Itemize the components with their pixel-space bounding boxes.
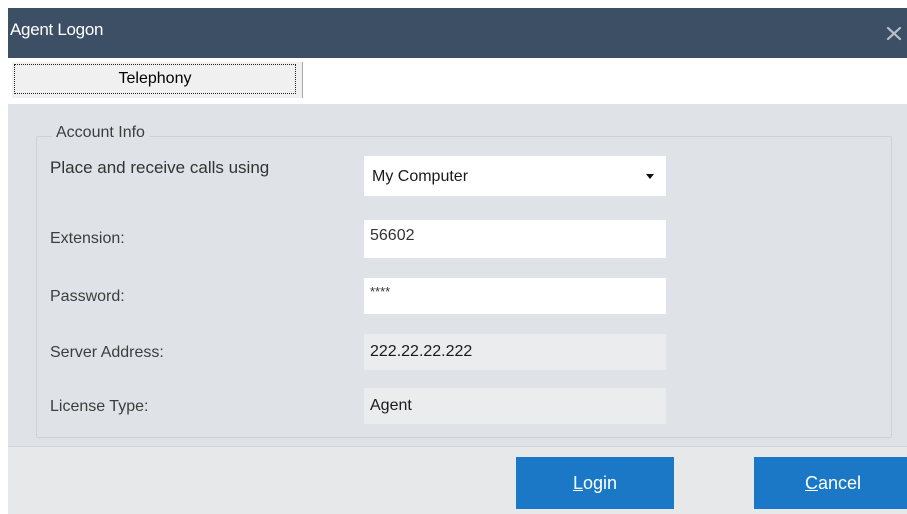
place-calls-value: My Computer <box>372 168 469 185</box>
password-label: Password: <box>50 288 125 305</box>
license-type-field <box>364 388 666 424</box>
account-info-legend: Account Info <box>52 124 149 142</box>
close-icon[interactable] <box>883 22 905 44</box>
chevron-down-icon[interactable] <box>646 174 654 179</box>
button-bar: Login Cancel <box>8 446 907 514</box>
tab-telephony[interactable]: Telephony <box>12 62 303 98</box>
telephony-panel: Account Info Place and receive calls usi… <box>8 104 907 446</box>
license-type-label: License Type: <box>50 398 149 415</box>
window-title: Agent Logon <box>10 20 104 39</box>
tab-strip: Telephony <box>8 58 907 104</box>
extension-label: Extension: <box>50 230 125 247</box>
agent-logon-dialog: Agent Logon Telephony Account Info Place… <box>8 8 907 514</box>
password-input[interactable] <box>364 278 666 314</box>
server-address-label: Server Address: <box>50 344 164 361</box>
login-button[interactable]: Login <box>516 457 674 509</box>
place-calls-select[interactable]: My Computer <box>364 156 666 196</box>
title-bar[interactable]: Agent Logon <box>8 8 907 58</box>
cancel-accel: C <box>804 473 818 493</box>
extension-input[interactable] <box>364 220 666 258</box>
place-calls-label: Place and receive calls using <box>50 158 270 177</box>
cancel-button[interactable]: Cancel <box>754 457 907 509</box>
login-label: ogin <box>582 473 618 493</box>
login-accel: L <box>572 473 583 493</box>
tab-telephony-label: Telephony <box>14 64 296 94</box>
cancel-label: ancel <box>817 473 862 493</box>
server-address-field <box>364 334 666 370</box>
